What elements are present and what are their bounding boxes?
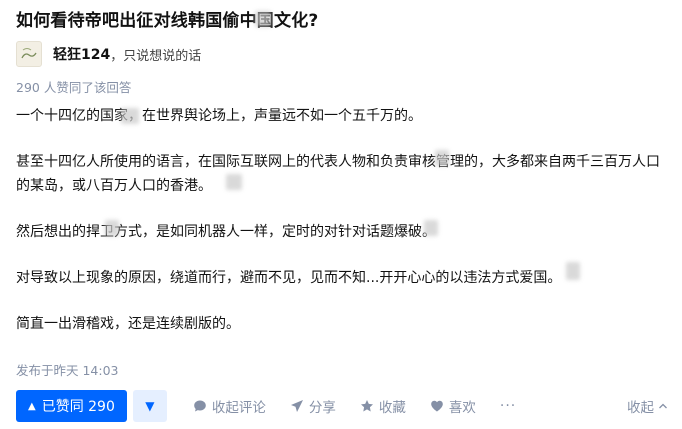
avatar-image xyxy=(21,48,37,59)
question-title[interactable]: 如何看待帝吧出征对线韩国偷中国文化? xyxy=(16,6,318,31)
share-icon xyxy=(290,400,303,412)
star-icon xyxy=(360,400,373,412)
share-label: 分享 xyxy=(308,400,336,416)
collapse-comments-button[interactable]: 收起评论 xyxy=(193,396,266,416)
author-bio: ，只说想说的话 xyxy=(110,48,202,64)
redaction-blur xyxy=(424,220,438,236)
more-options-button[interactable]: ··· xyxy=(500,398,516,414)
like-button[interactable]: 喜欢 xyxy=(430,396,476,416)
redaction-blur xyxy=(435,150,449,166)
action-bar: ▲ 已赞同 290 ▼ 收起评论 分享 收藏 喜欢 ··· 收起 xyxy=(16,390,668,422)
publish-time[interactable]: 发布于昨天 14:03 xyxy=(16,360,119,379)
redaction-blur xyxy=(255,11,271,27)
chevron-up-icon xyxy=(659,403,667,409)
downvote-triangle-icon: ▼ xyxy=(145,399,155,413)
author-name[interactable]: 轻狂124 xyxy=(53,44,110,64)
vote-count-note: 290 人赞同了该回答 xyxy=(16,80,132,95)
downvote-button[interactable]: ▼ xyxy=(132,390,167,422)
redaction-blur xyxy=(226,174,242,190)
author-row: 轻狂124 ，只说想说的话 xyxy=(16,41,201,67)
comment-icon xyxy=(194,400,206,412)
redaction-blur xyxy=(566,262,580,280)
voted-button[interactable]: ▲ 已赞同 290 xyxy=(16,390,127,422)
redaction-blur xyxy=(105,220,119,236)
avatar[interactable] xyxy=(16,41,42,67)
like-label: 喜欢 xyxy=(448,400,476,416)
heart-icon xyxy=(431,400,443,412)
redaction-blur xyxy=(121,108,139,124)
upvote-triangle-icon: ▲ xyxy=(28,400,36,412)
favorite-button[interactable]: 收藏 xyxy=(360,396,406,416)
collapse-label: 收起 xyxy=(627,400,654,416)
comment-label: 收起评论 xyxy=(211,400,266,416)
share-button[interactable]: 分享 xyxy=(290,396,336,416)
favorite-label: 收藏 xyxy=(378,400,406,416)
paragraph: 甚至十四亿人所使用的语言，在国际互联网上的代表人物和负责审核管理的，大多都来自两… xyxy=(16,154,660,194)
collapse-answer-button[interactable]: 收起 xyxy=(627,390,668,422)
paragraph: 简直一出滑稽戏，还是连续剧版的。 xyxy=(16,316,240,332)
voted-label: 已赞同 290 xyxy=(41,399,115,415)
paragraph: 一个十四亿的国家，在世界舆论场上，声量远不如一个五千万的。 xyxy=(16,108,422,124)
